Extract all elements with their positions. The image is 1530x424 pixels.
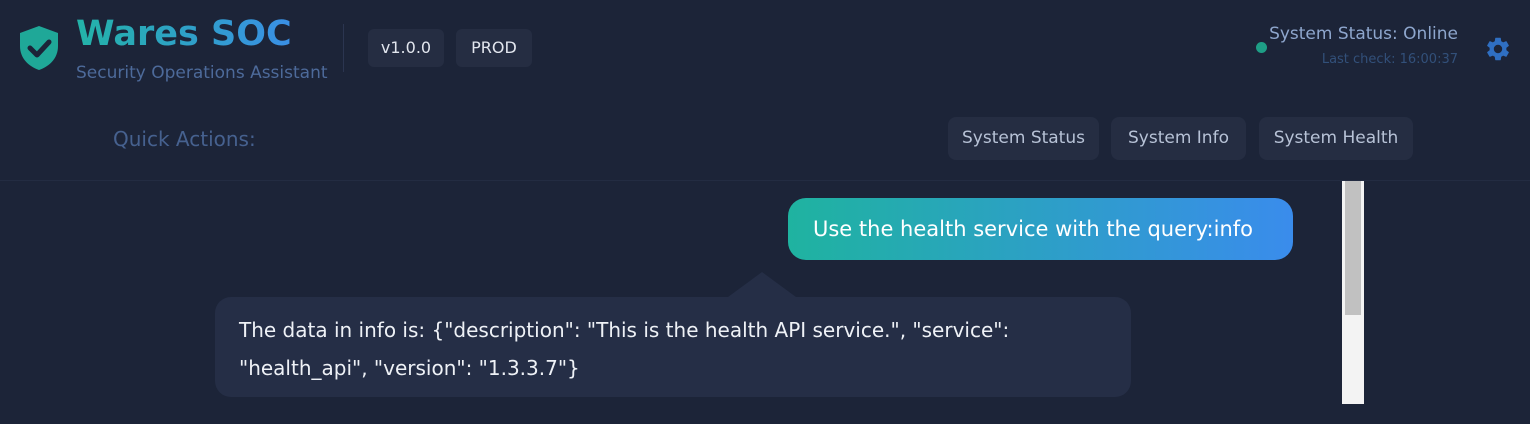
status-indicator-dot [1256,42,1267,53]
app-title: Wares SOC [76,14,292,54]
version-badge: v1.0.0 [368,29,444,67]
assistant-bubble-tail [728,272,796,297]
system-info-button[interactable]: System Info [1111,117,1246,160]
system-health-button[interactable]: System Health [1259,117,1413,160]
shield-check-icon [20,26,58,70]
system-status-text: System Status: Online [1269,24,1458,44]
last-check-text: Last check: 16:00:37 [1321,52,1458,67]
environment-badge: PROD [456,29,532,67]
app-subtitle: Security Operations Assistant [76,63,328,83]
system-status-button[interactable]: System Status [948,117,1099,160]
header-divider [343,24,344,72]
quick-actions-label: Quick Actions: [113,127,256,151]
chat-area: Use the health service with the query:in… [0,181,1530,424]
user-message: Use the health service with the query:in… [788,198,1293,260]
chat-scrollbar-thumb[interactable] [1345,181,1361,315]
app-header: Wares SOC Security Operations Assistant … [0,0,1530,180]
assistant-message: The data in info is: {"description": "Th… [215,297,1131,397]
gear-icon[interactable] [1484,35,1512,63]
